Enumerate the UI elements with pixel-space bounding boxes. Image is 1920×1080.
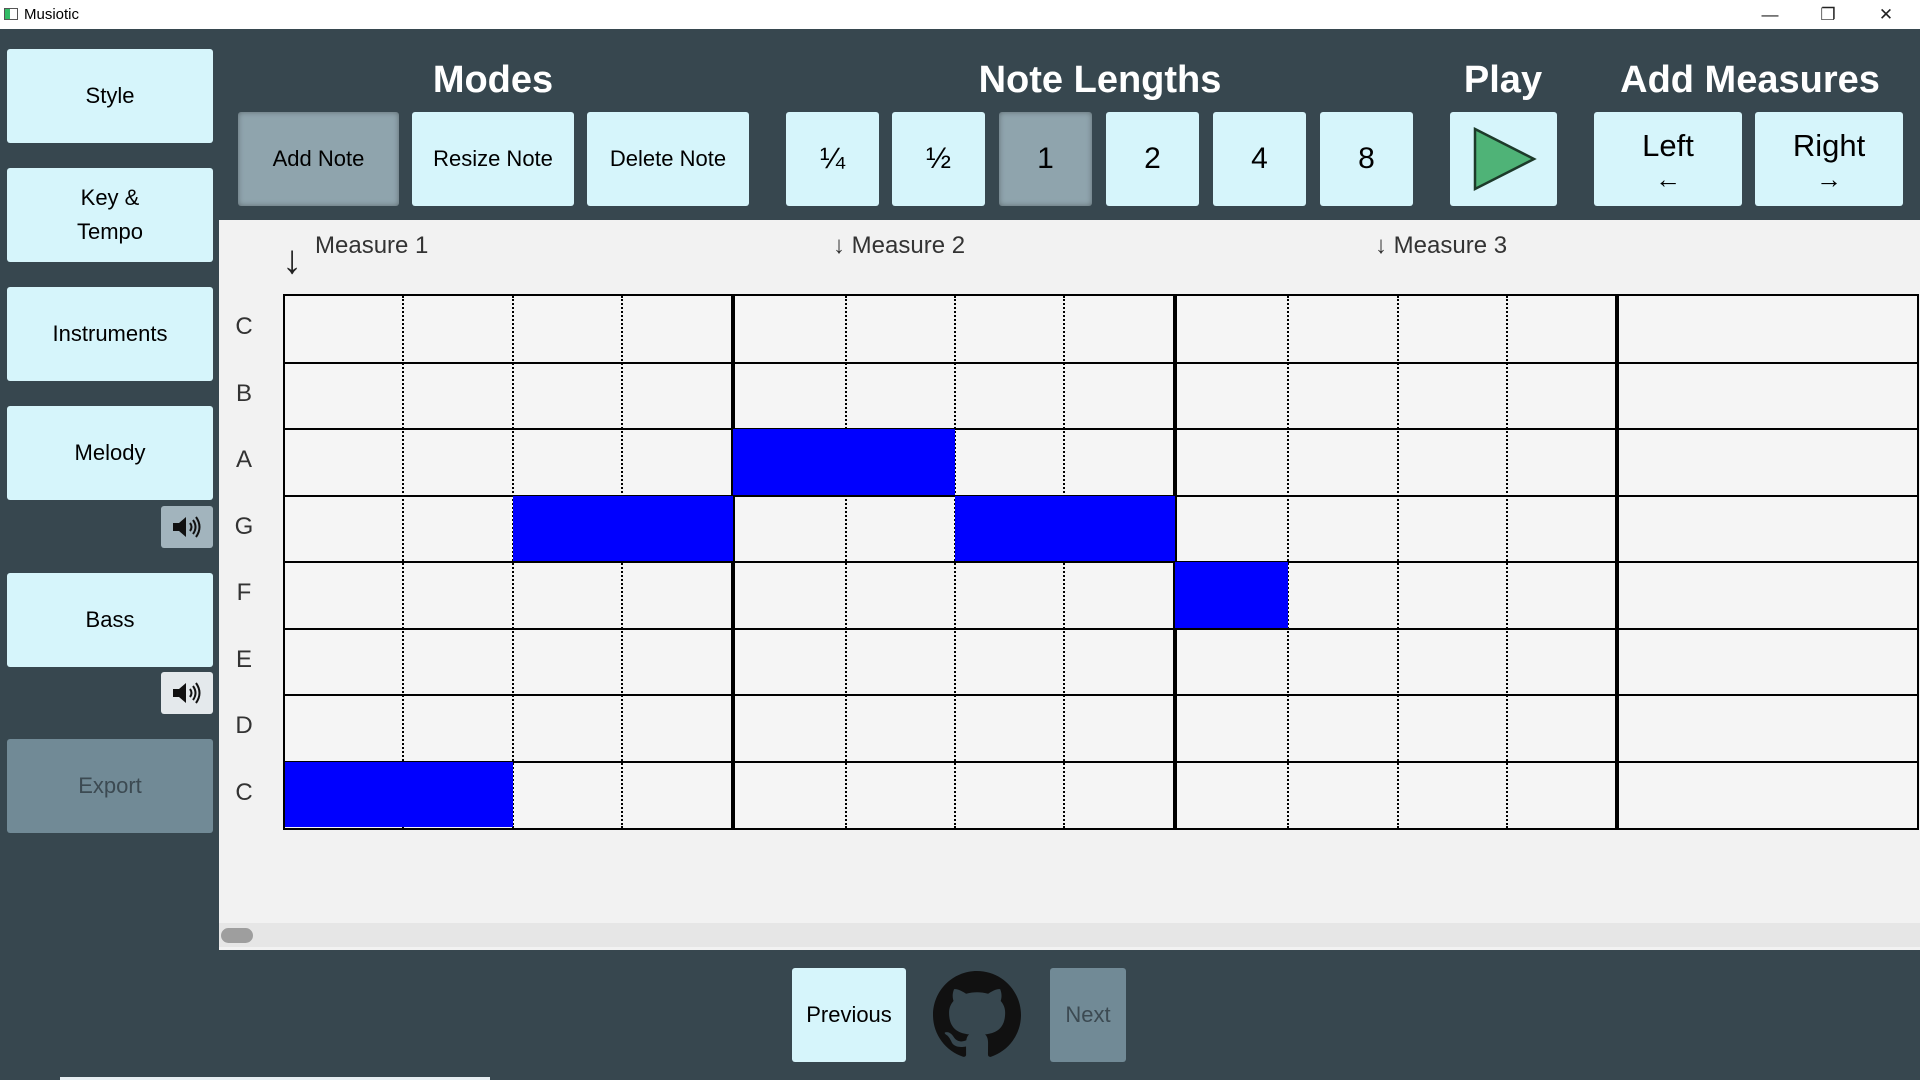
beat-line xyxy=(402,296,404,828)
length-1-button[interactable]: 1 xyxy=(999,112,1092,206)
note-block[interactable] xyxy=(513,495,622,561)
row-divider xyxy=(285,561,1917,563)
beat-line xyxy=(845,296,847,828)
measure-bar-line xyxy=(1615,296,1619,828)
beat-line xyxy=(954,296,956,828)
pitch-label: C xyxy=(235,778,253,806)
note-block[interactable] xyxy=(733,429,846,495)
previous-button[interactable]: Previous xyxy=(792,968,906,1062)
row-divider xyxy=(285,760,1917,763)
app-body: Style Key & Tempo Instruments Melody Bas… xyxy=(0,29,1920,1080)
key-tempo-label-line2: Tempo xyxy=(76,219,144,244)
melody-button[interactable]: Melody xyxy=(7,406,213,500)
beat-line xyxy=(621,296,623,828)
length-quarter-button[interactable]: ¼ xyxy=(786,112,879,206)
style-button[interactable]: Style xyxy=(7,49,213,143)
left-arrow-icon: ← xyxy=(1655,164,1681,194)
add-measure-right-label: Right xyxy=(1792,128,1866,163)
length-half-button[interactable]: ½ xyxy=(892,112,985,206)
pitch-label: C xyxy=(235,313,253,341)
speaker-icon xyxy=(173,516,201,538)
measure-1-label: Measure 1 xyxy=(315,232,429,259)
instruments-button[interactable]: Instruments xyxy=(7,287,213,381)
beat-line xyxy=(1397,296,1399,828)
pitch-label: F xyxy=(236,579,252,607)
github-icon[interactable] xyxy=(933,971,1021,1059)
pitch-label: G xyxy=(234,512,254,540)
add-measure-left-button[interactable]: Left ← xyxy=(1594,112,1742,206)
measure-3-label: ↓ Measure 3 xyxy=(1375,232,1508,259)
row-divider xyxy=(285,428,1917,430)
row-divider xyxy=(285,361,1917,364)
add-measure-left-label: Left xyxy=(1642,128,1694,163)
measure-bar-line xyxy=(731,296,735,828)
scrollbar-thumb[interactable] xyxy=(221,928,253,943)
play-button[interactable] xyxy=(1450,112,1557,206)
note-block[interactable] xyxy=(285,761,403,827)
resize-note-mode-button[interactable]: Resize Note xyxy=(412,112,574,206)
minimize-button[interactable]: — xyxy=(1742,0,1798,29)
github-logo xyxy=(933,971,1021,1057)
export-button[interactable]: Export xyxy=(7,739,213,833)
add-measures-header: Add Measures xyxy=(1620,59,1880,101)
right-arrow-icon: → xyxy=(1816,164,1842,194)
bass-mute-button[interactable] xyxy=(161,672,213,714)
restore-button[interactable]: ❐ xyxy=(1800,0,1856,29)
measure-1-arrow-icon: ↓ xyxy=(282,238,302,282)
key-tempo-button[interactable]: Key & Tempo xyxy=(7,168,213,262)
beat-line xyxy=(1063,296,1065,828)
measure-2-label: ↓ Measure 2 xyxy=(833,232,966,259)
beat-line xyxy=(1506,296,1508,828)
row-divider xyxy=(285,627,1917,630)
pitch-label: D xyxy=(235,712,253,740)
pitch-label: E xyxy=(235,645,252,673)
window-titlebar: Musiotic — ❐ ✕ xyxy=(0,0,1920,29)
pitch-label: B xyxy=(235,379,252,407)
speaker-icon xyxy=(173,682,201,704)
melody-mute-button[interactable] xyxy=(161,506,213,548)
pitch-label: A xyxy=(235,446,252,474)
play-icon xyxy=(1473,126,1537,192)
length-8-button[interactable]: 8 xyxy=(1320,112,1413,206)
length-4-button[interactable]: 4 xyxy=(1213,112,1306,206)
play-header: Play xyxy=(1463,59,1543,101)
row-divider xyxy=(285,694,1917,696)
horizontal-scrollbar[interactable] xyxy=(219,923,1920,947)
note-block[interactable] xyxy=(846,429,955,495)
delete-note-mode-button[interactable]: Delete Note xyxy=(587,112,749,206)
key-tempo-label-line1: Key & xyxy=(80,185,140,210)
close-button[interactable]: ✕ xyxy=(1858,0,1914,29)
app-icon xyxy=(4,8,18,20)
modes-header: Modes xyxy=(432,59,554,101)
add-measure-right-button[interactable]: Right → xyxy=(1755,112,1903,206)
window-title: Musiotic xyxy=(24,6,80,23)
note-lengths-header: Note Lengths xyxy=(978,59,1222,101)
bass-button[interactable]: Bass xyxy=(7,573,213,667)
piano-roll-editor: ↓ Measure 1 ↓ Measure 2 ↓ Measure 3 C B A G… xyxy=(219,220,1920,950)
next-button[interactable]: Next xyxy=(1050,968,1126,1062)
beat-line xyxy=(512,296,514,828)
note-block[interactable] xyxy=(955,495,1175,561)
note-block[interactable] xyxy=(622,495,733,561)
length-2-button[interactable]: 2 xyxy=(1106,112,1199,206)
note-grid[interactable] xyxy=(283,294,1919,830)
add-note-mode-button[interactable]: Add Note xyxy=(238,112,399,206)
note-block[interactable] xyxy=(403,761,513,827)
note-block[interactable] xyxy=(1175,562,1288,628)
